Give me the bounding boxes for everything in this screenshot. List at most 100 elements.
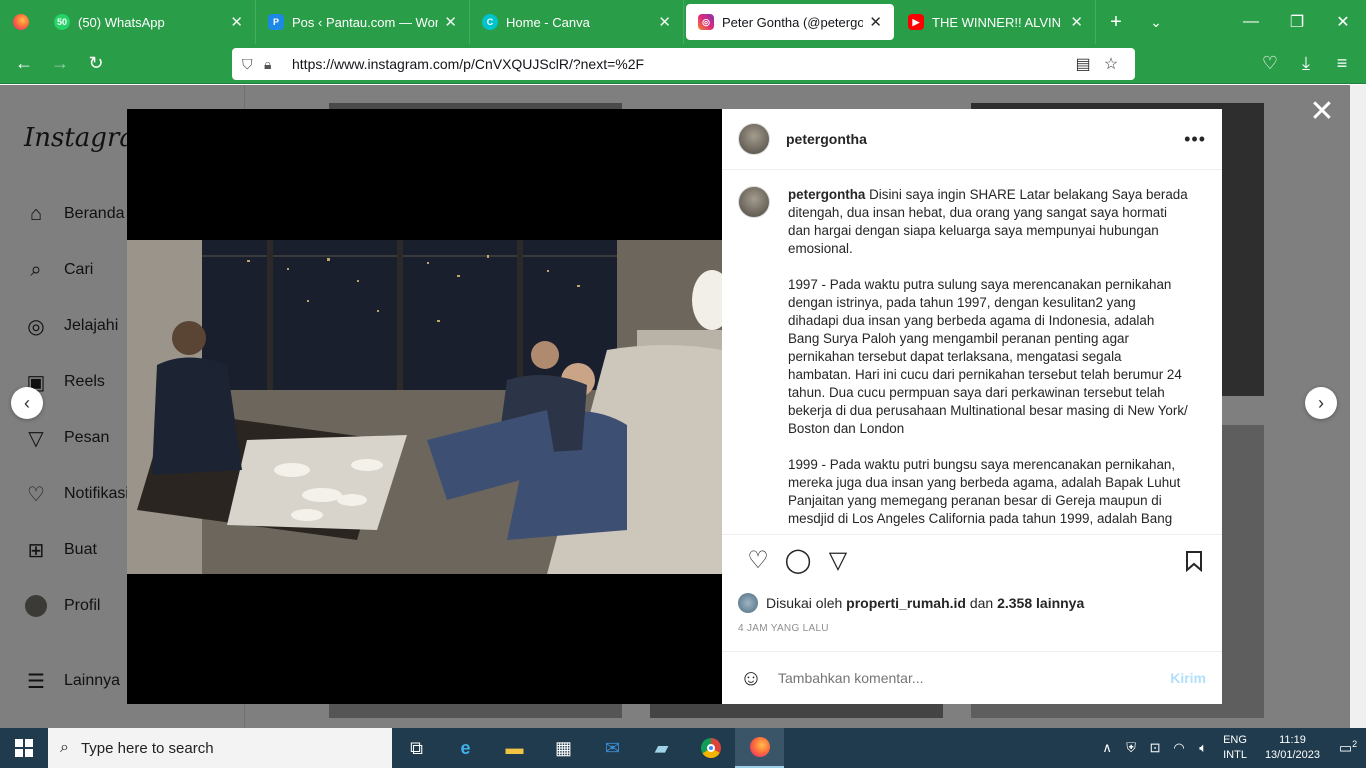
avatar[interactable] [738, 186, 770, 218]
like-button[interactable]: ♡ [738, 541, 778, 581]
close-tab-icon[interactable]: ✕ [658, 13, 671, 31]
liked-by-count[interactable]: 2.358 lainnya [997, 595, 1084, 611]
liked-by-user[interactable]: properti_rumah.id [846, 595, 966, 611]
instagram-icon: ◎ [698, 14, 714, 30]
save-button[interactable] [1182, 541, 1206, 581]
downloads-icon[interactable]: ⤓ [1288, 44, 1324, 84]
wifi-icon[interactable]: ◠ [1167, 740, 1191, 756]
minimize-icon[interactable]: — [1228, 0, 1274, 44]
firefox-taskbar-icon[interactable] [735, 728, 784, 768]
bookmark-star-icon[interactable]: ☆ [1097, 54, 1125, 74]
caption-username[interactable]: petergontha [788, 187, 865, 202]
lang-code: ENG [1223, 734, 1247, 746]
network-adapter-icon[interactable]: ⊡ [1143, 740, 1167, 756]
system-tray: ∧ ⛨ ⊡ ◠ 🔈︎ ENG INTL 11:19 13/01/2023 ▭2 [1095, 728, 1366, 768]
taskbar-search[interactable]: ⌕ Type here to search [48, 728, 392, 768]
next-post-button[interactable]: › [1305, 387, 1337, 419]
share-button[interactable]: ▽ [818, 541, 858, 581]
liked-by-middle: dan [969, 595, 994, 611]
avatar[interactable] [738, 123, 770, 155]
firefox-icon[interactable] [0, 0, 42, 44]
list-tabs-icon[interactable]: ⌄ [1136, 0, 1176, 44]
pocket-icon[interactable]: ♡ [1252, 44, 1288, 84]
url-text[interactable]: https://www.instagram.com/p/CnVXQUJSclR/… [286, 56, 1069, 72]
store-icon[interactable]: ▦ [539, 728, 588, 768]
reload-icon[interactable]: ↻ [78, 44, 114, 84]
emoji-icon[interactable]: ☺ [738, 665, 764, 691]
app-menu-icon[interactable]: ≡ [1324, 44, 1360, 84]
sidebar-item-label: Jelajahi [64, 317, 119, 334]
shield-icon[interactable]: ⛉ [242, 56, 264, 73]
back-icon[interactable]: ← [6, 44, 42, 84]
pantau-icon: P [268, 14, 284, 30]
close-tab-icon[interactable]: ✕ [230, 13, 243, 31]
caption-paragraph: 1999 - Pada waktu putri bungsu saya mere… [788, 457, 1181, 526]
sidebar-item-label: Lainnya [64, 672, 121, 689]
start-button[interactable] [0, 728, 48, 768]
sidebar-item-notifikasi[interactable]: ♡ Notifikasi [24, 482, 129, 506]
post-username[interactable]: petergontha [786, 131, 867, 147]
home-icon: ⌂ [29, 202, 43, 225]
volume-icon[interactable]: 🔈︎ [1191, 740, 1215, 756]
close-tab-icon[interactable]: ✕ [1070, 13, 1083, 31]
post-timestamp[interactable]: 4 JAM YANG LALU [738, 623, 829, 634]
address-bar[interactable]: ⛉ 🔒︎ https://www.instagram.com/p/CnVXQUJ… [232, 48, 1135, 80]
tab-title: Peter Gontha (@petergontha) [722, 14, 864, 30]
sidebar-item-profil[interactable]: Profil [24, 594, 100, 618]
post-media[interactable] [127, 109, 722, 704]
chrome-icon[interactable] [686, 728, 735, 768]
avatar[interactable] [738, 593, 758, 613]
reader-view-icon[interactable]: ▤ [1069, 54, 1097, 74]
more-options-icon[interactable]: ••• [1184, 129, 1206, 150]
page-scrollbar[interactable] [1350, 85, 1366, 728]
sidebar-item-beranda[interactable]: ⌂ Beranda [24, 202, 125, 226]
close-tab-icon[interactable]: ✕ [444, 13, 457, 31]
input-language[interactable]: ENG INTL [1223, 733, 1247, 763]
tab-youtube[interactable]: ▶ THE WINNER!! ALVIN SANG JA ✕ [896, 0, 1096, 44]
post-actions: ♡ ◯ ▽ [722, 534, 1222, 586]
prev-post-button[interactable]: ‹ [11, 387, 43, 419]
restore-icon[interactable]: ❐ [1274, 0, 1320, 44]
clock[interactable]: 11:19 13/01/2023 [1265, 733, 1320, 763]
new-tab-icon[interactable]: + [1096, 0, 1136, 44]
caption-paragraph: 1997 - Pada waktu putra sulung saya mere… [788, 277, 1188, 436]
grid-thumbnail[interactable] [650, 703, 943, 718]
bookmark-icon [1186, 550, 1202, 572]
sidebar-item-lainnya[interactable]: ☰ Lainnya [24, 669, 120, 693]
profile-avatar [24, 594, 48, 618]
edge-icon[interactable]: e [441, 728, 490, 768]
grid-thumbnail[interactable] [329, 703, 622, 718]
search-placeholder: Type here to search [80, 739, 214, 757]
tab-pantau[interactable]: P Pos ‹ Pantau.com — WordPress ✕ [256, 0, 470, 44]
notification-count: 2 [1352, 739, 1358, 750]
sidebar-item-jelajahi[interactable]: ◎ Jelajahi [24, 314, 118, 338]
file-explorer-icon[interactable]: ▬ [490, 728, 539, 768]
tab-whatsapp[interactable]: 50 (50) WhatsApp ✕ [42, 0, 256, 44]
sidebar-item-pesan[interactable]: ▽ Pesan [24, 426, 109, 450]
security-icon[interactable]: ⛨ [1119, 740, 1143, 756]
mail-icon[interactable]: ✉ [588, 728, 637, 768]
close-window-icon[interactable]: ✕ [1320, 0, 1366, 44]
tab-title: THE WINNER!! ALVIN SANG JA [932, 14, 1064, 30]
sidebar-item-buat[interactable]: ⊞ Buat [24, 538, 97, 562]
notification-center-icon[interactable]: ▭2 [1330, 739, 1366, 757]
whatsapp-icon: 50 [54, 14, 70, 30]
sidebar-item-cari[interactable]: ⌕ Cari [24, 258, 93, 282]
task-view-icon[interactable]: ⧉ [392, 728, 441, 768]
caption-text: petergontha Disini saya ingin SHARE Lata… [788, 186, 1188, 534]
post-photo[interactable] [127, 240, 722, 574]
close-icon[interactable]: ✕ [1308, 97, 1336, 127]
post-comment-button[interactable]: Kirim [1170, 670, 1206, 686]
paper-plane-icon: ▽ [28, 427, 44, 450]
close-tab-icon[interactable]: ✕ [869, 13, 882, 31]
photo-scene [127, 240, 722, 574]
forward-icon[interactable]: → [42, 44, 78, 84]
comment-input[interactable] [778, 670, 1171, 686]
tab-instagram[interactable]: ◎ Peter Gontha (@petergontha) ✕ [686, 4, 894, 40]
notepad-icon[interactable]: ▰ [637, 728, 686, 768]
lock-icon[interactable]: 🔒︎ [264, 56, 286, 73]
tab-canva[interactable]: C Home - Canva ✕ [470, 0, 684, 44]
clock-time: 11:19 [1279, 734, 1306, 746]
comment-button[interactable]: ◯ [778, 541, 818, 581]
chevron-up-icon[interactable]: ∧ [1095, 740, 1119, 756]
